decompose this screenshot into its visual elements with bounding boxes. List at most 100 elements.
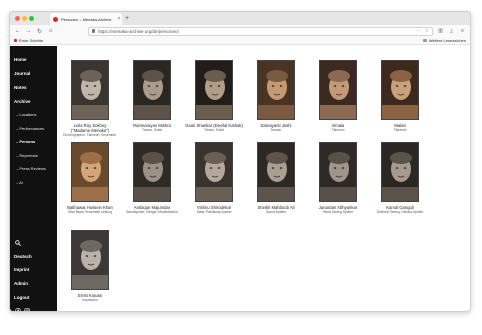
person-card[interactable]: Ernst Krauss Impresario (61, 230, 119, 302)
sidebar-item-ai[interactable]: – AI (16, 180, 23, 185)
sidebar-item-home[interactable]: Home (14, 57, 27, 62)
person-card[interactable]: Sheikh Mahboob Ali Sarod-Spieler (247, 142, 305, 214)
sidebar-item-performances[interactable]: – Performances (16, 126, 44, 131)
other-bookmarks[interactable]: Weitere Lesezeichen (422, 38, 466, 43)
portrait-image (382, 143, 418, 201)
bookmark-favicon-icon (14, 39, 17, 42)
person-photo[interactable] (257, 60, 295, 120)
bookmark-label: Erste Schritte (19, 38, 44, 43)
portrait-image (72, 231, 108, 289)
person-card[interactable]: Ramnarayan Mishra Tänzer, Solist (123, 60, 181, 132)
person-photo[interactable] (71, 60, 109, 120)
sidebar-item-notes[interactable]: Notes (14, 85, 27, 90)
reload-icon[interactable]: ↻ (36, 28, 43, 35)
person-card[interactable]: Kamal Ganguli Shehnai Tarang, Dilruba-Spi… (371, 142, 429, 214)
navigation-bar: ← → ↻ ⌂ https://menaka-archive.org/de/pe… (10, 25, 470, 37)
person-card[interactable]: Vimala Tänzerin (309, 60, 367, 132)
sidebar-item-imprint[interactable]: Imprint (14, 267, 29, 272)
sidebar-item-repertoire[interactable]: – Repertoire (16, 153, 38, 158)
portrait-image (72, 143, 108, 201)
person-card[interactable]: Janardan Abhyankar Tabla Tarang-Spieler (309, 142, 367, 214)
sidebar-item-locations[interactable]: – Locations (16, 112, 36, 117)
person-photo[interactable] (195, 60, 233, 120)
person-card[interactable]: Bakhawat Hussein Khan Sitar Band, Ensembl… (61, 142, 119, 214)
download-icon[interactable]: ⤓ (448, 28, 455, 34)
facebook-icon[interactable] (15, 308, 21, 312)
sidebar-item-label: Press Reviews (19, 166, 46, 171)
bookmark-getting-started[interactable]: Erste Schritte (14, 38, 43, 43)
tab-title: Personen – Menaka-Archive (61, 16, 112, 22)
person-card[interactable]: Leila Roy Sokhey ("Madame Menaka") Choreog… (61, 60, 119, 137)
person-role: Choreographin, Tänzerin, Ensemble- (62, 133, 117, 137)
other-bookmarks-label: Weitere Lesezeichen (428, 38, 466, 43)
portrait-image (196, 61, 232, 119)
zoom-window-button[interactable] (29, 16, 34, 21)
portrait-image (382, 61, 418, 119)
menu-icon[interactable]: ≡ (459, 28, 466, 34)
sidebar-item-logout[interactable]: Logout (14, 295, 29, 300)
person-role: Tänzer, Solist (204, 128, 224, 132)
person-role: Tänzerin (393, 128, 407, 132)
sidebar: Home Journal Notes Archive – Locations –… (10, 46, 57, 312)
person-photo[interactable] (319, 142, 357, 202)
person-card[interactable]: Damayanti Joshi Dancer (247, 60, 305, 132)
sidebar-item-label: AI (19, 180, 23, 185)
person-role: Shehnai Tarang, Dilruba-Spieler (376, 210, 424, 214)
sidebar-item-admin[interactable]: Admin (14, 281, 28, 286)
person-photo[interactable] (257, 142, 295, 202)
person-role: Tabla, Pakhawaj-Spieler (196, 210, 232, 214)
person-photo[interactable] (133, 60, 171, 120)
tab-close-icon[interactable]: × (116, 16, 122, 22)
person-role: Impresario (82, 298, 98, 302)
instagram-icon[interactable] (24, 308, 30, 312)
bookmark-star-icon[interactable]: ☆ (425, 28, 429, 34)
person-role: Tabla Tarang-Spieler (322, 210, 354, 214)
sidebar-item-language[interactable]: Deutsch (14, 254, 32, 259)
search-icon[interactable] (15, 240, 21, 246)
home-icon[interactable]: ⌂ (47, 28, 54, 34)
forward-icon[interactable]: → (25, 28, 32, 34)
back-icon[interactable]: ← (14, 28, 21, 34)
browser-window: Personen – Menaka-Archive × + ← → ↻ ⌂ ht… (9, 11, 471, 312)
close-window-button[interactable] (15, 16, 20, 21)
new-tab-button[interactable]: + (125, 13, 129, 24)
person-photo[interactable] (71, 230, 109, 290)
person-role: Tänzer, Solist (142, 128, 162, 132)
page-actions-icon[interactable]: ··· (417, 28, 422, 34)
url-text[interactable]: https://menaka-archive.org/de/personen/ (98, 29, 414, 34)
person-card[interactable]: Ambique Majumdar Sarodspieler, Sänger, Mu… (123, 142, 181, 214)
person-photo[interactable] (71, 142, 109, 202)
sidebar-item-label: Repertoire (19, 153, 39, 158)
lock-icon (92, 29, 95, 33)
minimize-window-button[interactable] (22, 16, 27, 21)
person-photo[interactable] (133, 142, 171, 202)
person-card[interactable]: Malati Tänzerin (371, 60, 429, 132)
menaka-favicon-icon (53, 16, 58, 22)
folder-icon (422, 39, 427, 42)
sidebar-item-press-reviews[interactable]: – Press Reviews (16, 166, 46, 171)
address-bar[interactable]: https://menaka-archive.org/de/personen/ … (88, 26, 433, 36)
browser-tab[interactable]: Personen – Menaka-Archive × (50, 13, 122, 25)
person-photo[interactable] (319, 60, 357, 120)
person-photo[interactable] (381, 60, 419, 120)
portrait-image (258, 143, 294, 201)
sidebar-item-archive[interactable]: Archive (14, 99, 31, 104)
person-photo[interactable] (195, 142, 233, 202)
sidebar-item-persons[interactable]: – Persons (16, 139, 35, 144)
sidebar-item-label: Persons (19, 139, 36, 144)
person-card[interactable]: Gauri Shankar (Devilal Kathak) Tänzer, So… (185, 60, 243, 132)
person-role: Sarodspieler, Sänger, Musikdirektor (125, 210, 179, 214)
sidebar-item-label: Locations (19, 112, 37, 117)
portrait-image (320, 143, 356, 201)
library-icon[interactable]: ▥ (437, 28, 444, 34)
person-card[interactable]: Vishnu Shirodekar Tabla, Pakhawaj-Spieler (185, 142, 243, 214)
persons-grid: Leila Roy Sokhey ("Madame Menaka") Choreog… (57, 46, 470, 311)
person-role: Sitar Band, Ensemble-Leitung (68, 210, 112, 214)
tab-bar: Personen – Menaka-Archive × + (10, 12, 470, 25)
portrait-image (134, 61, 170, 119)
person-photo[interactable] (381, 142, 419, 202)
bookmarks-bar: Erste Schritte Weitere Lesezeichen (10, 37, 470, 45)
sidebar-item-journal[interactable]: Journal (14, 71, 30, 76)
portrait-image (72, 61, 108, 119)
portrait-image (196, 143, 232, 201)
